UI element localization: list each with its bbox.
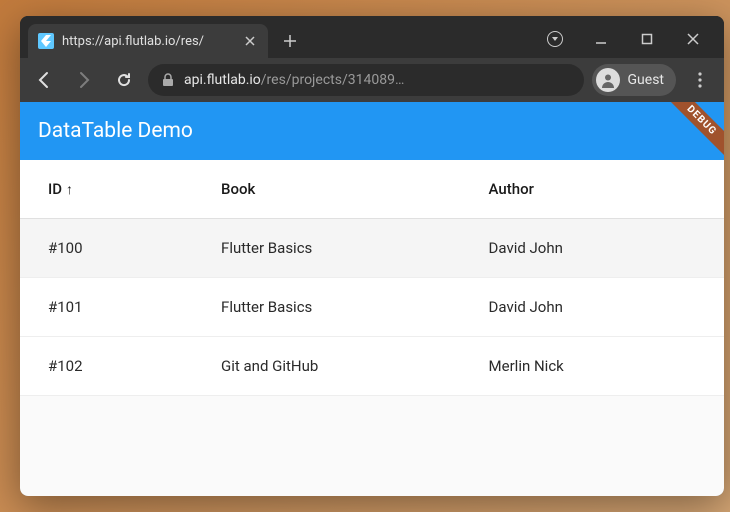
tab-title: https://api.flutlab.io/res/ (62, 34, 234, 49)
url-text: api.flutlab.io/res/projects/314089… (184, 72, 404, 88)
column-header-author[interactable]: Author (471, 160, 724, 219)
app-bar: DataTable Demo DEBUG (20, 102, 724, 160)
address-bar: api.flutlab.io/res/projects/314089… Gues… (20, 58, 724, 102)
app-content: DataTable Demo DEBUG ID↑ Book Author #10… (20, 102, 724, 496)
page-title: DataTable Demo (38, 119, 193, 143)
cell-book: Flutter Basics (203, 278, 471, 337)
cell-author: Merlin Nick (471, 337, 724, 396)
close-icon[interactable] (242, 33, 258, 49)
url-field[interactable]: api.flutlab.io/res/projects/314089… (148, 64, 584, 96)
column-header-id[interactable]: ID↑ (20, 160, 203, 219)
cell-id: #101 (20, 278, 203, 337)
minimize-button[interactable] (578, 23, 624, 55)
cell-id: #102 (20, 337, 203, 396)
maximize-button[interactable] (624, 23, 670, 55)
lock-icon (162, 73, 174, 87)
new-tab-button[interactable] (276, 27, 304, 55)
sort-asc-icon: ↑ (66, 182, 73, 198)
close-window-button[interactable] (670, 23, 716, 55)
cell-author: David John (471, 219, 724, 278)
guest-label: Guest (628, 72, 664, 88)
column-header-book[interactable]: Book (203, 160, 471, 219)
cell-id: #100 (20, 219, 203, 278)
tab-bar: https://api.flutlab.io/res/ (20, 16, 724, 58)
debug-banner: DEBUG (657, 102, 724, 165)
avatar-icon (596, 68, 620, 92)
incognito-icon[interactable] (532, 23, 578, 55)
cell-book: Flutter Basics (203, 219, 471, 278)
window-controls (532, 23, 716, 55)
table-row[interactable]: #102Git and GitHubMerlin Nick (20, 337, 724, 396)
profile-button[interactable]: Guest (592, 64, 676, 96)
flutter-icon (38, 33, 54, 49)
data-table: ID↑ Book Author #100Flutter BasicsDavid … (20, 160, 724, 396)
cell-book: Git and GitHub (203, 337, 471, 396)
table-row[interactable]: #101Flutter BasicsDavid John (20, 278, 724, 337)
forward-button[interactable] (68, 64, 100, 96)
back-button[interactable] (28, 64, 60, 96)
menu-button[interactable] (684, 64, 716, 96)
browser-tab[interactable]: https://api.flutlab.io/res/ (28, 24, 268, 58)
browser-window: https://api.flutlab.io/res/ (20, 16, 724, 496)
reload-button[interactable] (108, 64, 140, 96)
cell-author: David John (471, 278, 724, 337)
table-row[interactable]: #100Flutter BasicsDavid John (20, 219, 724, 278)
